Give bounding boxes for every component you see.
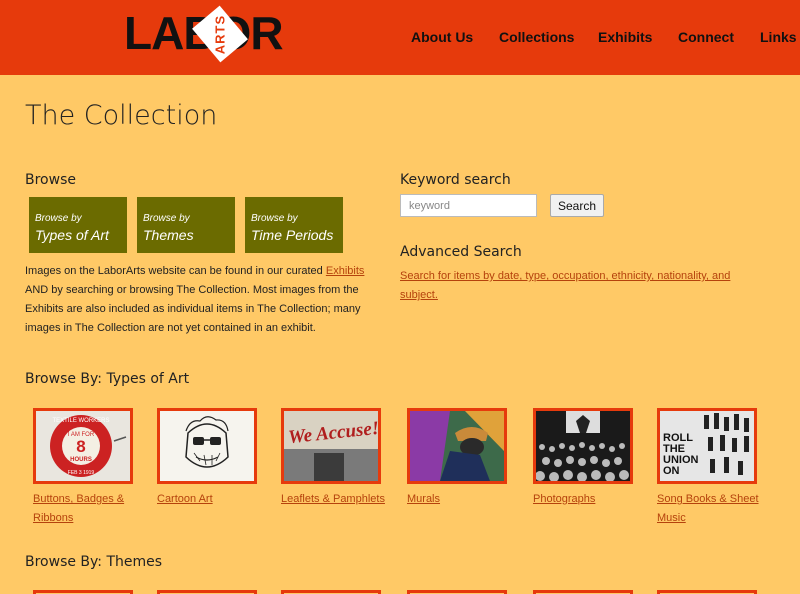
browse-description: Images on the LaborArts website can be f… xyxy=(25,265,365,334)
laborarts-logo[interactable]: LABOR ARTS xyxy=(122,5,284,63)
svg-text:8: 8 xyxy=(76,437,85,456)
themes-heading: Browse By: Themes xyxy=(25,554,163,570)
types-of-art-heading: Browse By: Types of Art xyxy=(25,371,190,387)
browse-types-of-art-button[interactable]: Browse by Types of Art xyxy=(29,197,127,253)
we-accuse-leaflet-thumbnail[interactable]: We Accuse! xyxy=(281,408,381,484)
browse-themes-button[interactable]: Browse by Themes xyxy=(137,197,235,253)
theme-thumbnail[interactable] xyxy=(657,590,757,594)
theme-thumbnail[interactable] xyxy=(33,590,133,594)
nav-connect[interactable]: Connect xyxy=(678,29,734,45)
mural-thumbnail[interactable] xyxy=(407,408,507,484)
svg-text:TEXTILE WORKERS: TEXTILE WORKERS xyxy=(52,418,109,424)
page-title: The Collection xyxy=(25,100,218,131)
svg-text:FEB 3 1919: FEB 3 1919 xyxy=(68,470,95,476)
keyword-search-heading: Keyword search xyxy=(400,172,511,188)
svg-text:We Accuse!: We Accuse! xyxy=(287,418,378,448)
photographs-link[interactable]: Photographs xyxy=(533,490,648,509)
crowd-photo-thumbnail[interactable] xyxy=(533,408,633,484)
nav-collections[interactable]: Collections xyxy=(499,29,574,45)
theme-thumbnail[interactable] xyxy=(407,590,507,594)
roll-the-union-on-thumbnail[interactable]: ROLL THE UNION ON xyxy=(657,408,757,484)
leaflets-pamphlets-link[interactable]: Leaflets & Pamphlets xyxy=(281,490,396,509)
theme-thumbnail[interactable] xyxy=(157,590,257,594)
browse-time-periods-button[interactable]: Browse by Time Periods xyxy=(245,197,343,253)
keyword-search-input[interactable] xyxy=(400,194,537,217)
murals-link[interactable]: Murals xyxy=(407,490,522,509)
advanced-search-heading: Advanced Search xyxy=(400,244,522,260)
theme-thumbnail[interactable] xyxy=(533,590,633,594)
theme-thumbnail[interactable] xyxy=(281,590,381,594)
svg-text:ON: ON xyxy=(663,465,680,477)
nav-links[interactable]: Links xyxy=(760,29,797,45)
browse-heading: Browse xyxy=(25,172,76,188)
nav-exhibits[interactable]: Exhibits xyxy=(598,29,652,45)
nav-about-us[interactable]: About Us xyxy=(411,29,473,45)
song-books-sheet-music-link[interactable]: Song Books & Sheet Music xyxy=(657,490,772,528)
advanced-search-link[interactable]: Search for items by date, type, occupati… xyxy=(400,267,740,305)
site-header: LABOR ARTS About Us Collections Exhibits… xyxy=(0,0,800,75)
cartoon-art-link[interactable]: Cartoon Art xyxy=(157,490,272,509)
buttons-badges-ribbons-link[interactable]: Buttons, Badges & Ribbons xyxy=(33,490,148,528)
button-badge-thumbnail[interactable]: I AM FOR 8 HOURS TEXTILE WORKERS FEB 3 1… xyxy=(33,408,133,484)
search-button[interactable]: Search xyxy=(550,194,604,217)
svg-text:HOURS: HOURS xyxy=(70,457,92,463)
cartoon-face-thumbnail[interactable] xyxy=(157,408,257,484)
exhibits-link[interactable]: Exhibits xyxy=(326,265,365,277)
